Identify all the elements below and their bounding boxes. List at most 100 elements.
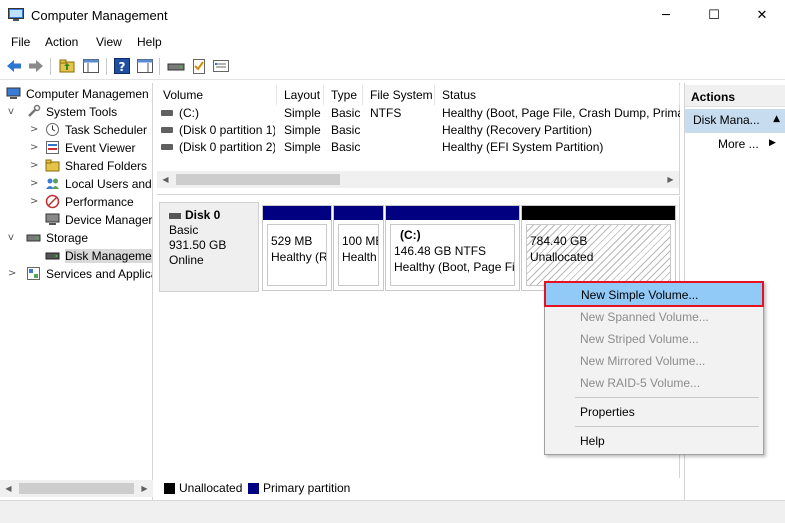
partition-info: 100 MB Health bbox=[338, 224, 379, 286]
disk-icon bbox=[169, 212, 181, 219]
help-icon[interactable]: ? bbox=[113, 57, 131, 75]
menu-item-new-simple-volume[interactable]: New Simple Volume... bbox=[544, 281, 764, 307]
menu-item-new-raid5-volume[interactable]: New RAID-5 Volume... bbox=[547, 372, 761, 394]
tree-item-label: Task Scheduler bbox=[65, 123, 148, 137]
partition-recovery[interactable]: 529 MB Healthy (R bbox=[262, 205, 332, 291]
column-header-type[interactable]: Type bbox=[325, 85, 363, 105]
column-header-volume[interactable]: Volume bbox=[157, 85, 277, 105]
checklist-icon[interactable] bbox=[190, 57, 208, 75]
chevron-right-icon[interactable]: > bbox=[30, 160, 40, 172]
svg-text:?: ? bbox=[119, 60, 126, 74]
navigation-tree: Computer Managemen v System Tools > Task… bbox=[0, 83, 153, 500]
settings-list-icon[interactable] bbox=[212, 57, 230, 75]
chevron-right-icon[interactable]: > bbox=[30, 196, 40, 208]
tree-item-shared-folders[interactable]: > Shared Folders bbox=[0, 157, 152, 175]
legend-swatch-unallocated bbox=[164, 483, 175, 494]
maximize-button[interactable]: ☐ bbox=[691, 0, 737, 31]
properties-pane-icon[interactable] bbox=[136, 57, 154, 75]
scrollbar-thumb[interactable] bbox=[19, 483, 134, 494]
tree-item-performance[interactable]: > Performance bbox=[0, 193, 152, 211]
tree-horizontal-scrollbar[interactable]: ◀ ▶ bbox=[0, 480, 153, 497]
actions-sub-label: Disk Mana... bbox=[693, 113, 760, 127]
shared-folder-icon bbox=[45, 159, 60, 172]
status-bar bbox=[0, 500, 785, 523]
up-folder-icon[interactable] bbox=[58, 57, 76, 75]
partition-size: 784.40 GB bbox=[530, 234, 588, 248]
menu-file[interactable]: File bbox=[11, 35, 30, 49]
unallocated-bar bbox=[522, 206, 675, 220]
collapse-up-icon[interactable]: ▲ bbox=[773, 114, 780, 124]
device-manager-icon bbox=[45, 213, 60, 225]
tree-item-local-users[interactable]: > Local Users and bbox=[0, 175, 152, 193]
show-hide-tree-icon[interactable] bbox=[82, 57, 100, 75]
cell-status: Healthy (EFI System Partition) bbox=[442, 140, 604, 154]
more-actions-link[interactable]: More ... bbox=[718, 137, 759, 151]
legend-label-primary: Primary partition bbox=[263, 481, 351, 495]
table-row[interactable]: (Disk 0 partition 1) Simple Basic Health… bbox=[157, 122, 680, 139]
scroll-right-arrow-icon[interactable]: ▶ bbox=[662, 171, 679, 188]
table-row[interactable]: (Disk 0 partition 2) Simple Basic Health… bbox=[157, 139, 680, 156]
partition-info: 529 MB Healthy (R bbox=[267, 224, 327, 286]
tree-item-computer-management[interactable]: Computer Managemen bbox=[0, 85, 152, 103]
scrollbar-thumb[interactable] bbox=[176, 174, 340, 185]
computer-management-icon bbox=[8, 8, 24, 21]
menu-item-help[interactable]: Help bbox=[547, 430, 761, 452]
scroll-left-arrow-icon[interactable]: ◀ bbox=[0, 480, 17, 497]
menu-item-new-spanned-volume[interactable]: New Spanned Volume... bbox=[547, 306, 761, 328]
chevron-down-icon[interactable]: v bbox=[8, 232, 18, 244]
tree-item-storage[interactable]: v Storage bbox=[0, 229, 152, 247]
menu-view[interactable]: View bbox=[96, 35, 122, 49]
disk-0-label[interactable]: Disk 0 Basic 931.50 GB Online bbox=[159, 202, 259, 292]
partition-status: Healthy (Boot, Page Fil bbox=[394, 260, 515, 274]
tree-item-system-tools[interactable]: v System Tools bbox=[0, 103, 152, 121]
legend-swatch-primary bbox=[248, 483, 259, 494]
users-icon bbox=[46, 178, 59, 189]
chevron-right-icon[interactable]: > bbox=[30, 124, 40, 136]
partition-c[interactable]: (C:) 146.48 GB NTFS Healthy (Boot, Page … bbox=[385, 205, 520, 291]
partition-unallocated[interactable]: 784.40 GB Unallocated bbox=[521, 205, 676, 291]
column-header-file-system[interactable]: File System bbox=[364, 85, 435, 105]
menu-item-properties[interactable]: Properties bbox=[547, 401, 761, 423]
tree-item-disk-management[interactable]: Disk Manageme bbox=[0, 247, 152, 265]
chevron-right-icon[interactable]: > bbox=[8, 268, 18, 280]
chevron-right-icon[interactable]: > bbox=[30, 142, 40, 154]
actions-disk-management[interactable]: Disk Mana... ▲ bbox=[685, 109, 785, 133]
scroll-left-arrow-icon[interactable]: ◀ bbox=[157, 171, 174, 188]
tree-item-label: Disk Manageme bbox=[65, 249, 152, 263]
cell-layout: Simple bbox=[284, 106, 321, 120]
tree-item-label: Services and Applica bbox=[46, 267, 153, 281]
partition-info: 784.40 GB Unallocated bbox=[526, 224, 671, 286]
menu-item-new-striped-volume[interactable]: New Striped Volume... bbox=[547, 328, 761, 350]
chevron-down-icon[interactable]: v bbox=[8, 106, 18, 118]
table-row[interactable]: (C:) Simple Basic NTFS Healthy (Boot, Pa… bbox=[157, 105, 680, 122]
chevron-right-icon[interactable]: ▶ bbox=[769, 138, 776, 148]
partition-size: 529 MB bbox=[271, 234, 313, 248]
tree-item-services-applications[interactable]: > Services and Applica bbox=[0, 265, 153, 283]
close-button[interactable]: ✕ bbox=[739, 0, 785, 31]
chevron-right-icon[interactable]: > bbox=[30, 178, 40, 190]
back-arrow-icon[interactable] bbox=[5, 57, 23, 75]
menu-action[interactable]: Action bbox=[45, 35, 78, 49]
partition-name: (C:) bbox=[400, 228, 421, 242]
partition-status: Healthy (R bbox=[271, 250, 327, 264]
cell-status: Healthy (Recovery Partition) bbox=[442, 123, 593, 137]
volume-list-horizontal-scrollbar[interactable]: ◀ ▶ bbox=[157, 171, 679, 188]
toolbar: ? bbox=[0, 53, 785, 80]
disk-icon bbox=[45, 252, 60, 260]
tree-item-event-viewer[interactable]: > Event Viewer bbox=[0, 139, 152, 157]
menu-help[interactable]: Help bbox=[137, 35, 162, 49]
menu-item-new-mirrored-volume[interactable]: New Mirrored Volume... bbox=[547, 350, 761, 372]
column-header-status[interactable]: Status bbox=[436, 85, 680, 105]
tree-item-device-manager[interactable]: Device Manager bbox=[0, 211, 152, 229]
scroll-right-arrow-icon[interactable]: ▶ bbox=[136, 480, 153, 497]
forward-arrow-icon[interactable] bbox=[27, 57, 45, 75]
primary-partition-bar bbox=[334, 206, 383, 220]
context-menu: New Simple Volume... New Spanned Volume.… bbox=[544, 281, 764, 455]
partition-efi[interactable]: 100 MB Health bbox=[333, 205, 384, 291]
disk-icon[interactable] bbox=[167, 57, 185, 75]
column-header-layout[interactable]: Layout bbox=[278, 85, 324, 105]
tree-item-task-scheduler[interactable]: > Task Scheduler bbox=[0, 121, 152, 139]
disk-state: Online bbox=[169, 253, 204, 267]
minimize-button[interactable]: ─ bbox=[643, 0, 689, 31]
performance-icon bbox=[45, 194, 60, 209]
